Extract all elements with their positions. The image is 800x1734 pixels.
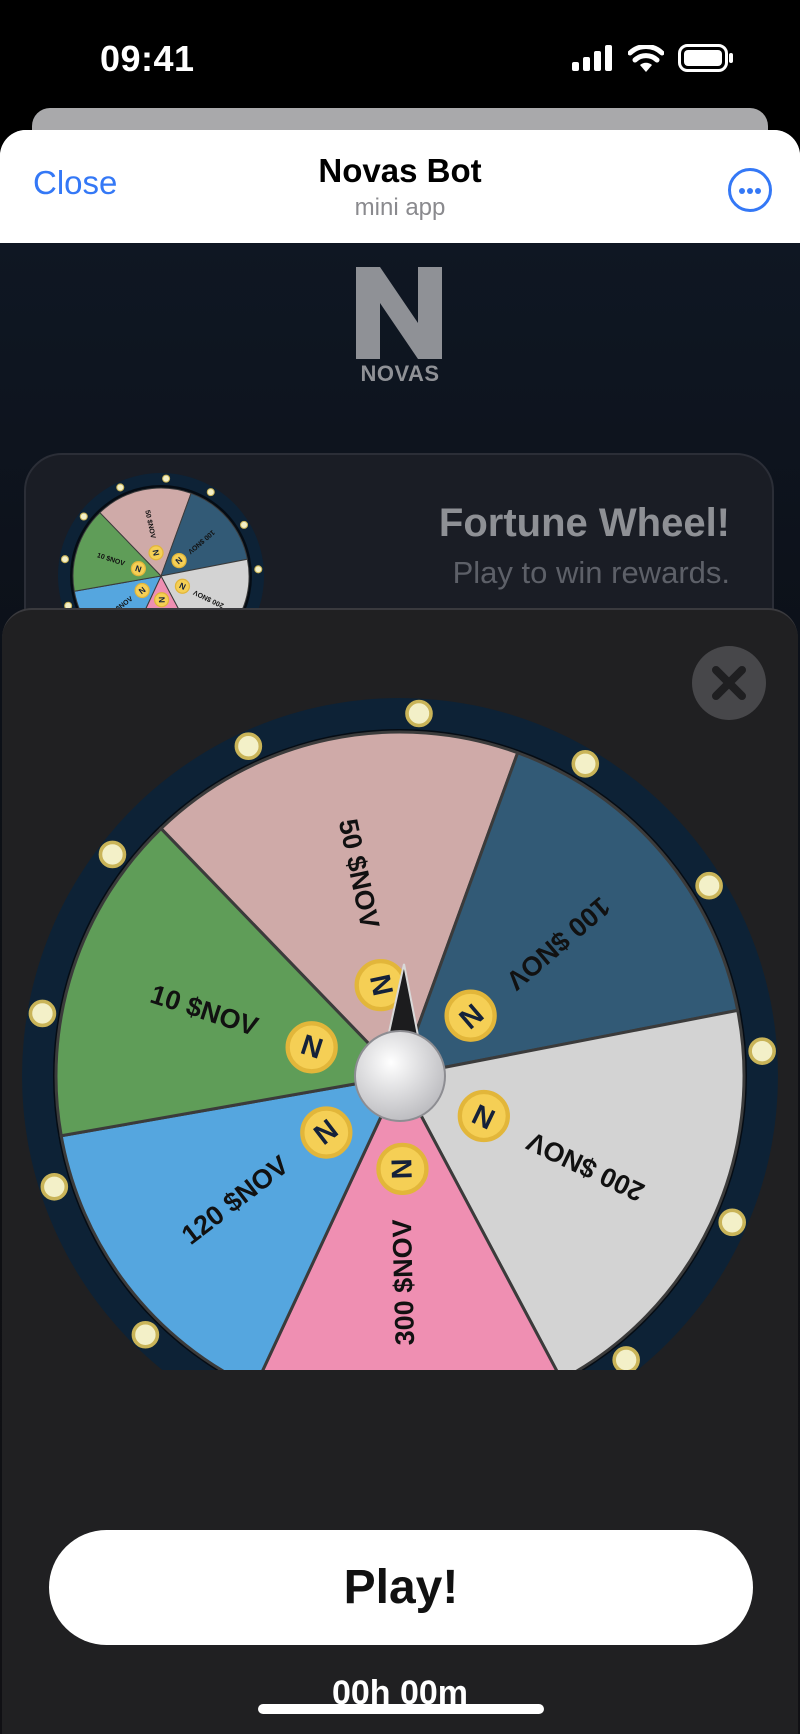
rim-light	[571, 750, 600, 778]
rim-light	[116, 483, 125, 492]
coin-letter: N	[386, 1158, 419, 1180]
rim-light	[405, 699, 433, 728]
rim-light	[28, 999, 57, 1028]
bot-title: Novas Bot	[318, 152, 482, 189]
status-icons	[572, 44, 734, 72]
play-button[interactable]: Play!	[49, 1530, 753, 1645]
battery-icon	[678, 44, 733, 72]
rim-light	[254, 565, 263, 574]
signal-icon	[572, 45, 612, 71]
coin-letter: N	[157, 597, 167, 603]
rim-light	[748, 1037, 776, 1065]
rim-light	[718, 1208, 747, 1237]
close-icon	[712, 666, 746, 700]
wheel-modal: 50 $NOV N 100 $NOV N 200 $NOV N 300 $NOV N 120 $…	[2, 608, 798, 1734]
rim-light	[240, 520, 249, 529]
rim-light	[234, 732, 263, 760]
close-modal-button[interactable]	[692, 646, 766, 720]
fortune-wheel[interactable]: 50 $NOVN 100 $NOVN200 $NOVN300 $NOVN120 $…	[2, 610, 798, 1370]
wheel-hub	[354, 1030, 446, 1122]
logo-text: NOVAS	[360, 361, 440, 386]
more-icon[interactable]	[728, 168, 772, 212]
bot-subtitle: mini app	[354, 194, 446, 221]
promo-subtitle: Play to win rewards.	[452, 555, 730, 590]
rim-light	[98, 840, 127, 869]
rim-light	[40, 1172, 69, 1201]
promo-title: Fortune Wheel!	[438, 501, 730, 545]
rim-light	[612, 1346, 640, 1370]
rim-light	[79, 512, 88, 521]
rim-light	[131, 1320, 160, 1349]
novas-logo-icon	[356, 267, 442, 359]
rim-light	[695, 871, 723, 900]
status-bar: 09:41	[0, 0, 800, 110]
sheet-header: Close Novas Bot mini app	[0, 130, 800, 243]
wifi-icon	[628, 44, 664, 72]
rim-light	[206, 488, 215, 497]
status-time: 09:41	[100, 38, 195, 79]
rim-light	[162, 474, 171, 483]
segment-label: 300 $NOV	[387, 1219, 420, 1346]
home-indicator	[258, 1704, 544, 1714]
rim-light	[60, 555, 69, 564]
